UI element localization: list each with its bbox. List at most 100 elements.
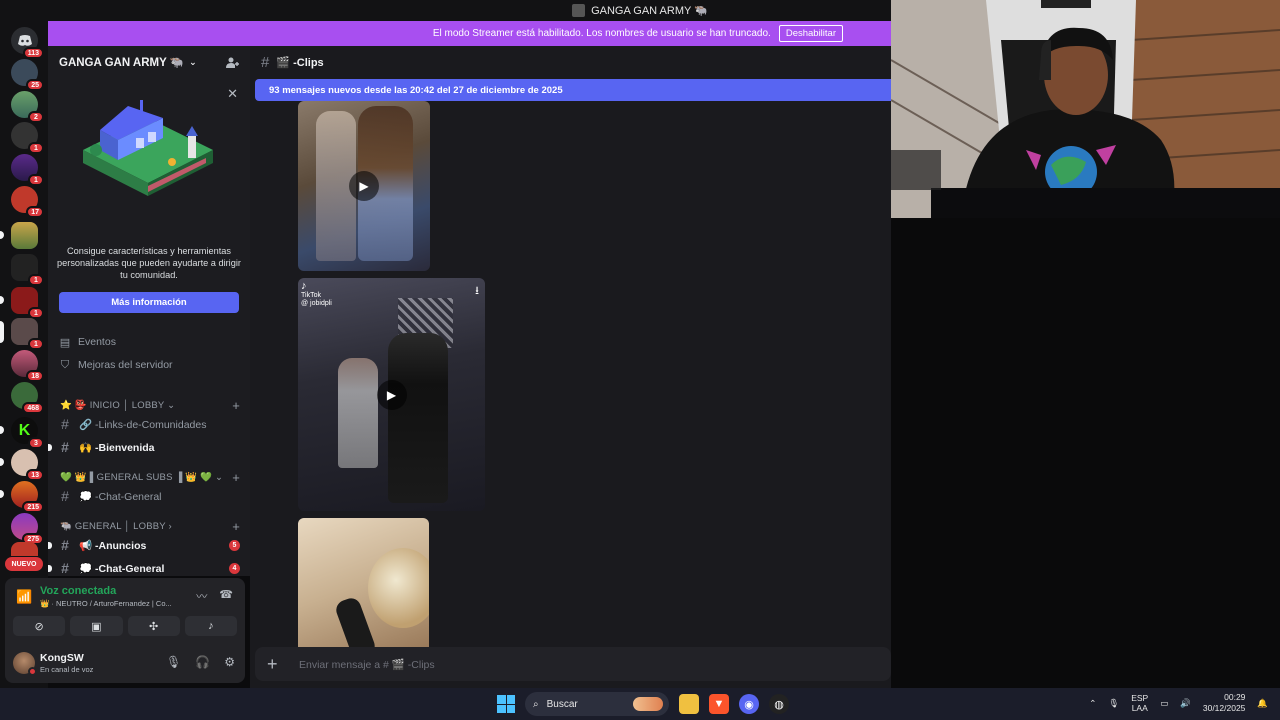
screen: GANGA GAN ARMY 🐃 113 25 2 1 1 17 1 1 1 1…	[0, 0, 1280, 720]
server-header[interactable]: GANGA GAN ARMY 🐃 ⌄	[48, 46, 250, 78]
windows-start-icon[interactable]	[497, 695, 515, 713]
notification-badge: 215	[22, 501, 44, 513]
camera-off-button[interactable]: ⊘	[13, 616, 66, 636]
tiktok-icon: ♪	[301, 280, 307, 292]
video-attachment[interactable]: ▶	[298, 101, 430, 271]
empty-area	[891, 218, 1280, 688]
voice-channel-name[interactable]: 👑 · NEUTRO / ArturoFernandez | Co...	[40, 599, 172, 608]
headphones-icon[interactable]: 🎧	[195, 655, 210, 669]
activities-icon: ✣	[149, 620, 159, 633]
streamer-mode-banner: El modo Streamer está habilitado. Los no…	[48, 21, 891, 46]
obs-icon[interactable]: ◍	[769, 694, 789, 714]
soundboard-button[interactable]: ♪	[184, 616, 237, 636]
file-explorer-icon[interactable]	[679, 694, 699, 714]
user-panel: 📶 Voz conectada 👑 · NEUTRO / ArturoFerna…	[5, 578, 245, 683]
notification-badge: 13	[26, 469, 44, 481]
disable-streamer-button[interactable]: Deshabilitar	[778, 25, 843, 42]
add-channel-icon[interactable]: +	[232, 398, 240, 413]
screen-share-button[interactable]: ▣	[70, 616, 123, 636]
clock[interactable]: 00:29 30/12/2025	[1203, 692, 1246, 714]
channel-chat-general-subs[interactable]: # 💭 -Chat-General	[59, 488, 240, 504]
play-icon[interactable]: ▶	[349, 171, 379, 201]
brave-browser-icon[interactable]: ▼	[709, 694, 729, 714]
video-attachment[interactable]	[298, 518, 429, 648]
windows-taskbar: ⌕ Buscar ▼ ◉ ◍ ⌃ 🎙 ESP LAA ▭ 🔊 00:29 30/12…	[0, 688, 1280, 720]
server-icon[interactable]: 1	[11, 254, 44, 286]
download-icon[interactable]: ⭳	[475, 282, 479, 301]
server-icon[interactable]: K3	[11, 417, 44, 449]
signal-icon: 📶	[16, 589, 33, 604]
server-icon[interactable]: 215	[11, 481, 44, 513]
close-icon[interactable]: ✕	[227, 86, 238, 102]
notification-badge: 2	[28, 111, 44, 123]
search-icon: ⌕	[533, 698, 539, 710]
server-icon[interactable]: 1	[11, 154, 44, 186]
category-general-lobby[interactable]: 🐃 GENERAL │ LOBBY › +	[60, 519, 240, 534]
category-general-subs[interactable]: 💚 👑 ▌GENERAL SUBS ▐ 👑 💚 ⌄ +	[60, 470, 240, 485]
dm-avatar[interactable]: 25	[11, 59, 44, 91]
hash-icon: #	[261, 53, 270, 71]
voice-connected-label[interactable]: Voz conectada	[40, 585, 116, 597]
taskbar-search[interactable]: ⌕ Buscar	[525, 692, 669, 716]
home-button[interactable]: 113	[11, 27, 44, 59]
add-channel-icon[interactable]: +	[232, 519, 240, 534]
server-icon[interactable]: 18	[11, 350, 44, 382]
server-icon[interactable]	[11, 222, 38, 249]
microphone-tray-icon[interactable]: 🎙	[1108, 698, 1119, 709]
webcam-feed	[891, 0, 1280, 218]
volume-icon[interactable]: 🔊	[1180, 698, 1191, 709]
channel-sidebar: GANGA GAN ARMY 🐃 ⌄ ✕ Consigue caracterís…	[48, 46, 250, 576]
chevron-up-icon[interactable]: ⌃	[1089, 698, 1096, 709]
add-attachment-icon[interactable]: +	[267, 654, 287, 675]
channel-anuncios[interactable]: # 📢 -Anuncios 5	[48, 537, 240, 553]
server-boost-promo: ✕ Consigue características y herramienta…	[48, 80, 250, 320]
channel-links-comunidades[interactable]: # 🔗 -Links-de-Comunidades	[59, 416, 240, 432]
notification-badge: 113	[22, 47, 44, 59]
server-icon[interactable]: 1	[11, 122, 44, 154]
hash-icon: #	[61, 439, 69, 455]
network-icon[interactable]: ▭	[1160, 698, 1168, 709]
channel-bienvenida[interactable]: # 🙌 -Bienvenida	[48, 439, 240, 455]
server-icon[interactable]	[11, 542, 38, 556]
category-label: 🐃 GENERAL │ LOBBY	[60, 521, 166, 532]
nav-events[interactable]: ▤ Eventos	[59, 336, 116, 349]
date: 30/12/2025	[1202, 703, 1246, 713]
language-indicator[interactable]: ESP LAA	[1131, 693, 1148, 713]
server-icon[interactable]: 275	[11, 513, 44, 545]
status-indicator	[28, 667, 37, 676]
server-icon[interactable]: 1	[11, 287, 44, 319]
disconnect-icon[interactable]: ☎	[219, 588, 233, 604]
nav-server-boost[interactable]: ⛉ Mejoras del servidor	[59, 359, 173, 372]
avatar[interactable]	[13, 652, 37, 676]
server-icon[interactable]: 1	[11, 318, 44, 350]
activities-button[interactable]: ✣	[127, 616, 180, 636]
server-icon[interactable]: 468	[11, 382, 44, 414]
tiktok-handle: @ jobidpli	[301, 300, 332, 307]
server-icon[interactable]: 17	[11, 186, 44, 218]
server-icon[interactable]: 13	[11, 449, 44, 481]
search-label: Buscar	[546, 698, 578, 710]
gear-icon[interactable]: ⚙	[224, 655, 235, 669]
notification-bell-icon[interactable]: 🔔	[1257, 698, 1268, 709]
category-inicio-lobby[interactable]: ⭐ 👺 INICIO │ LOBBY ⌄ +	[60, 398, 240, 413]
nav-label: Mejoras del servidor	[78, 359, 173, 371]
video-frame	[368, 548, 429, 628]
more-info-button[interactable]: Más información	[59, 292, 239, 313]
add-channel-icon[interactable]: +	[232, 470, 240, 485]
microphone-icon[interactable]: 🎙	[166, 655, 181, 669]
discord-taskbar-icon[interactable]: ◉	[739, 694, 759, 714]
language-code: ESP	[1131, 693, 1149, 703]
channel-chat-general[interactable]: # 💭 -Chat-General 4	[48, 560, 240, 576]
noise-suppression-icon[interactable]: 〰	[196, 588, 207, 604]
message-input[interactable]: Enviar mensaje a # 🎬 -Clips	[299, 658, 435, 671]
message-composer[interactable]: + Enviar mensaje a # 🎬 -Clips	[255, 647, 891, 681]
new-badge[interactable]: NUEVO	[5, 557, 43, 571]
server-icon[interactable]: 2	[11, 91, 44, 123]
video-attachment[interactable]: ♪ TikTok @ jobidpli ⭳ ▶	[298, 278, 485, 511]
notification-badge: 468	[22, 402, 44, 414]
new-messages-bar[interactable]: 93 mensajes nuevos desde las 20:42 del 2…	[255, 79, 891, 101]
keyboard-layout: LAA	[1131, 703, 1148, 713]
invite-people-icon[interactable]	[226, 56, 239, 69]
play-icon[interactable]: ▶	[376, 379, 407, 410]
username[interactable]: KongSW	[40, 652, 84, 664]
